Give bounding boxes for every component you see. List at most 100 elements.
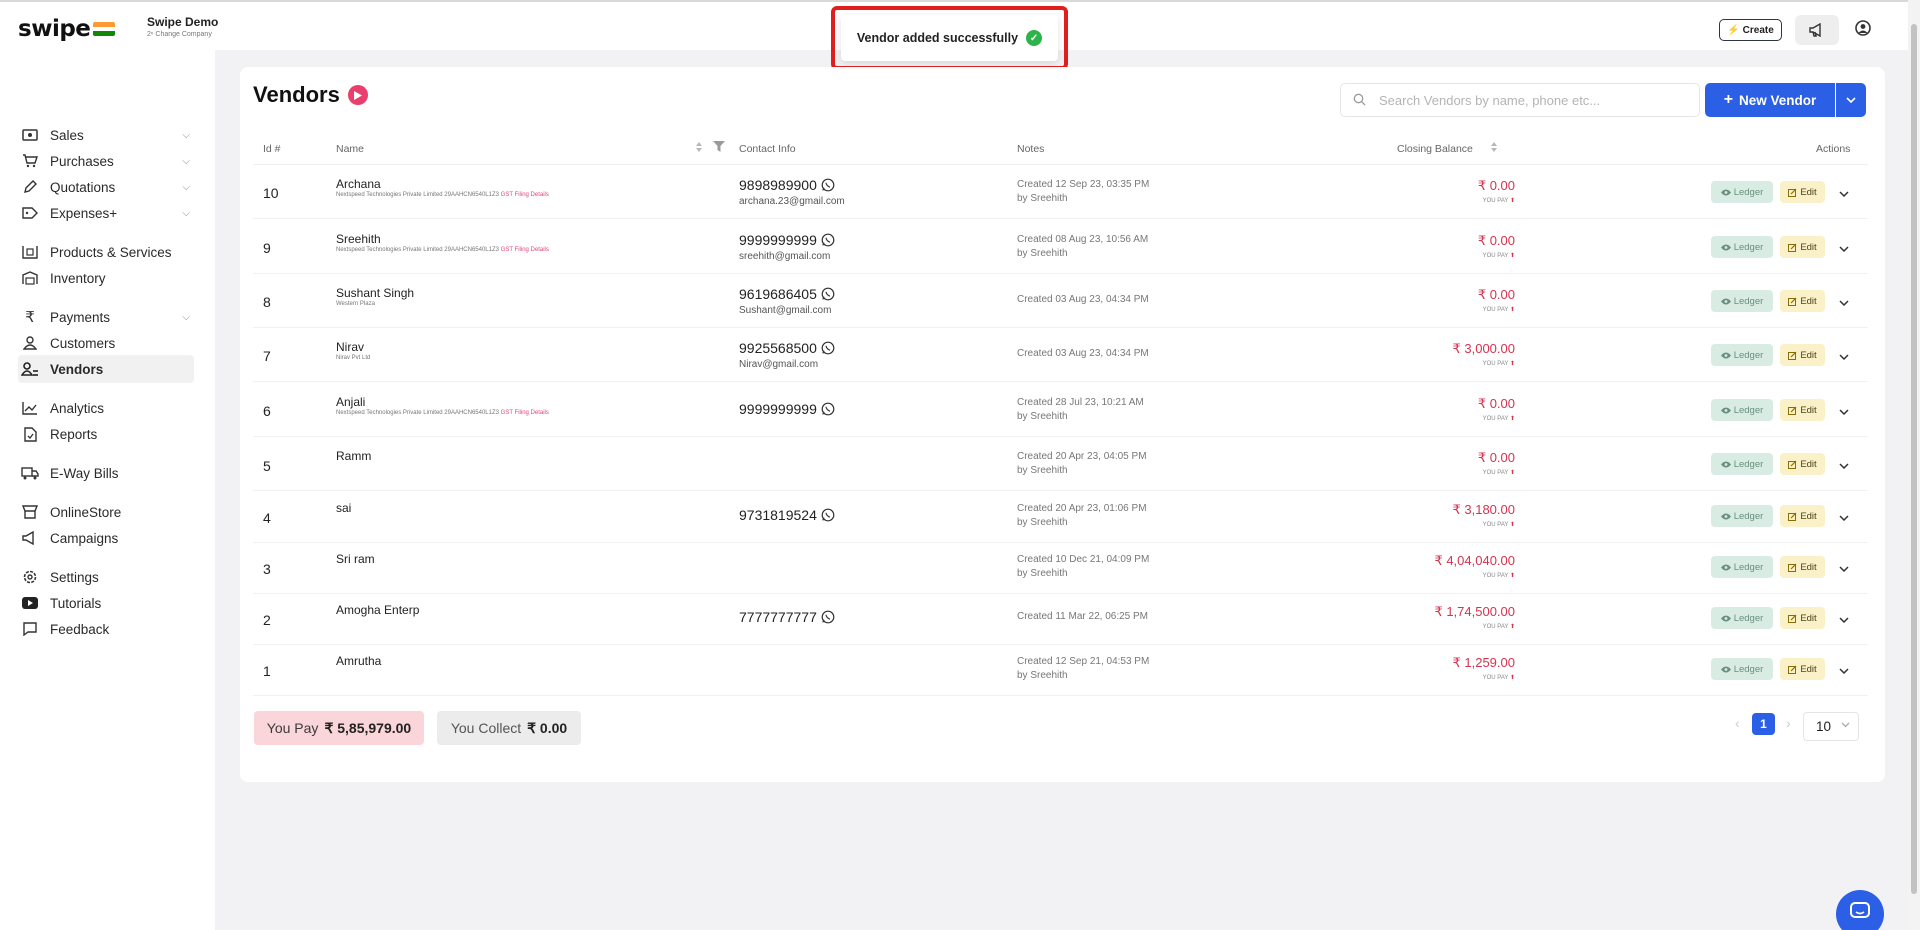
- gst-filing-link[interactable]: GST Filing Details: [501, 410, 549, 416]
- row-menu-chevron-icon[interactable]: [1839, 293, 1849, 311]
- row-menu-chevron-icon[interactable]: [1839, 402, 1849, 420]
- edit-button[interactable]: Edit: [1780, 181, 1825, 203]
- ledger-button[interactable]: Ledger: [1711, 399, 1773, 421]
- table-row[interactable]: 8 Sushant Singh Western Plaza 9619686405 Su…: [253, 274, 1868, 328]
- row-menu-chevron-icon[interactable]: [1839, 610, 1849, 628]
- table-row[interactable]: 5 Ramm Created 20 Apr 23, 04:05 PM by Sreeh…: [253, 437, 1868, 491]
- whatsapp-icon[interactable]: [821, 610, 835, 624]
- scrollbar-thumb[interactable]: [1911, 24, 1917, 894]
- vendor-name[interactable]: Archana: [336, 177, 381, 191]
- play-video-icon[interactable]: [347, 85, 368, 105]
- sidebar-item-tutorials[interactable]: Tutorials: [20, 589, 196, 617]
- vendor-name[interactable]: Anjali: [336, 395, 365, 409]
- sidebar-item-vendors[interactable]: Vendors: [18, 355, 194, 383]
- ledger-button[interactable]: Ledger: [1711, 505, 1773, 527]
- ledger-button[interactable]: Ledger: [1711, 556, 1773, 578]
- sidebar-item-payments[interactable]: ₹ Payments ⌵: [20, 303, 196, 331]
- sidebar-item-analytics[interactable]: Analytics: [20, 394, 196, 422]
- whatsapp-icon[interactable]: [821, 233, 835, 247]
- create-button[interactable]: ⚡ Create: [1719, 19, 1782, 41]
- edit-button[interactable]: Edit: [1780, 399, 1825, 421]
- sidebar-item-campaigns[interactable]: Campaigns: [20, 524, 196, 552]
- ledger-button[interactable]: Ledger: [1711, 344, 1773, 366]
- vendor-name[interactable]: Amrutha: [336, 654, 381, 668]
- row-menu-chevron-icon[interactable]: [1839, 508, 1849, 526]
- table-row[interactable]: 1 Amrutha Created 12 Sep 21, 04:53 PM by Sr…: [253, 642, 1868, 696]
- row-menu-chevron-icon[interactable]: [1839, 661, 1849, 679]
- table-row[interactable]: 4 sai 9731819524 Created 20 Apr 23, 01:06 P…: [253, 489, 1868, 543]
- sidebar-item-expenses[interactable]: Expenses+ ⌵: [20, 199, 196, 227]
- pager-next-button[interactable]: ›: [1786, 715, 1791, 731]
- table-row[interactable]: 7 Nirav Nirav Pvt Ltd 9925568500 Nirav@gmai…: [253, 328, 1868, 382]
- whatsapp-icon[interactable]: [821, 341, 835, 355]
- sidebar-item-feedback[interactable]: Feedback: [20, 615, 196, 643]
- edit-button[interactable]: Edit: [1780, 505, 1825, 527]
- vendor-name[interactable]: Amogha Enterp: [336, 603, 419, 617]
- vendor-name[interactable]: Nirav: [336, 340, 364, 354]
- table-row[interactable]: 6 Anjali Nextspeed Technologies Private Li…: [253, 383, 1868, 437]
- page-scrollbar[interactable]: [1908, 0, 1920, 930]
- row-menu-chevron-icon[interactable]: [1839, 559, 1849, 577]
- whatsapp-icon[interactable]: [821, 508, 835, 522]
- sidebar-item-settings[interactable]: Settings: [20, 563, 196, 591]
- edit-button[interactable]: Edit: [1780, 453, 1825, 475]
- row-menu-chevron-icon[interactable]: [1839, 239, 1849, 257]
- support-chat-button[interactable]: [1836, 890, 1884, 930]
- sidebar-item-products-services[interactable]: Products & Services: [20, 238, 196, 266]
- whatsapp-icon[interactable]: [821, 178, 835, 192]
- pager-prev-button[interactable]: ‹: [1735, 715, 1740, 731]
- sort-icon[interactable]: [695, 141, 703, 156]
- gst-filing-link[interactable]: GST Filing Details: [501, 192, 549, 198]
- sidebar-item-onlinestore[interactable]: OnlineStore: [20, 498, 196, 526]
- sidebar-item-quotations[interactable]: Quotations ⌵: [20, 173, 196, 201]
- swipe-logo[interactable]: swipe: [18, 16, 91, 42]
- sidebar-item-purchases[interactable]: Purchases ⌵: [20, 147, 196, 175]
- header-name[interactable]: Name: [336, 143, 364, 155]
- edit-button[interactable]: Edit: [1780, 236, 1825, 258]
- edit-button[interactable]: Edit: [1780, 607, 1825, 629]
- edit-button[interactable]: Edit: [1780, 556, 1825, 578]
- ledger-button[interactable]: Ledger: [1711, 290, 1773, 312]
- row-menu-chevron-icon[interactable]: [1839, 456, 1849, 474]
- new-vendor-button[interactable]: + New Vendor: [1705, 83, 1835, 117]
- new-vendor-dropdown-button[interactable]: [1836, 83, 1866, 117]
- vendor-name[interactable]: Ramm: [336, 449, 371, 463]
- ledger-label: Ledger: [1733, 186, 1764, 198]
- ledger-button[interactable]: Ledger: [1711, 607, 1773, 629]
- vendor-name[interactable]: Sreehith: [336, 232, 381, 246]
- filter-icon[interactable]: [713, 141, 725, 155]
- sort-icon[interactable]: [1490, 141, 1498, 156]
- vendor-name[interactable]: Sri ram: [336, 552, 375, 566]
- row-menu-chevron-icon[interactable]: [1839, 184, 1849, 202]
- table-row[interactable]: 2 Amogha Enterp 7777777777 Created 11 Mar 2…: [253, 591, 1868, 645]
- page-size-select[interactable]: 10: [1803, 712, 1859, 741]
- company-name[interactable]: Swipe Demo: [147, 15, 218, 29]
- vendor-name[interactable]: sai: [336, 501, 351, 515]
- profile-button[interactable]: [1852, 17, 1874, 39]
- whatsapp-icon[interactable]: [821, 402, 835, 416]
- row-menu-chevron-icon[interactable]: [1839, 347, 1849, 365]
- search-input[interactable]: [1379, 92, 1679, 108]
- ledger-button[interactable]: Ledger: [1711, 236, 1773, 258]
- gst-filing-link[interactable]: GST Filing Details: [501, 247, 549, 253]
- whatsapp-icon[interactable]: [821, 287, 835, 301]
- table-row[interactable]: 10 Archana Nextspeed Technologies Private …: [253, 165, 1868, 219]
- vendor-name[interactable]: Sushant Singh: [336, 286, 414, 300]
- pager-page-current[interactable]: 1: [1752, 713, 1775, 735]
- table-row[interactable]: 9 Sreehith Nextspeed Technologies Private …: [253, 220, 1868, 274]
- table-row[interactable]: 3 Sri ram Created 10 Dec 21, 04:09 PM by Sr…: [253, 540, 1868, 594]
- edit-button[interactable]: Edit: [1780, 290, 1825, 312]
- announcements-button[interactable]: [1795, 15, 1839, 45]
- sidebar-item-reports[interactable]: Reports: [20, 420, 196, 448]
- edit-button[interactable]: Edit: [1780, 658, 1825, 680]
- sidebar-item-eway-bills[interactable]: E-Way Bills: [20, 459, 196, 487]
- sidebar-item-customers[interactable]: Customers: [20, 329, 196, 357]
- sidebar-item-sales[interactable]: Sales ⌵: [20, 121, 196, 149]
- edit-button[interactable]: Edit: [1780, 344, 1825, 366]
- chevron-down-icon: ⌵: [182, 207, 190, 219]
- ledger-button[interactable]: Ledger: [1711, 181, 1773, 203]
- header-balance[interactable]: Closing Balance: [1397, 143, 1473, 155]
- ledger-button[interactable]: Ledger: [1711, 658, 1773, 680]
- sidebar-item-inventory[interactable]: Inventory: [20, 264, 196, 292]
- ledger-button[interactable]: Ledger: [1711, 453, 1773, 475]
